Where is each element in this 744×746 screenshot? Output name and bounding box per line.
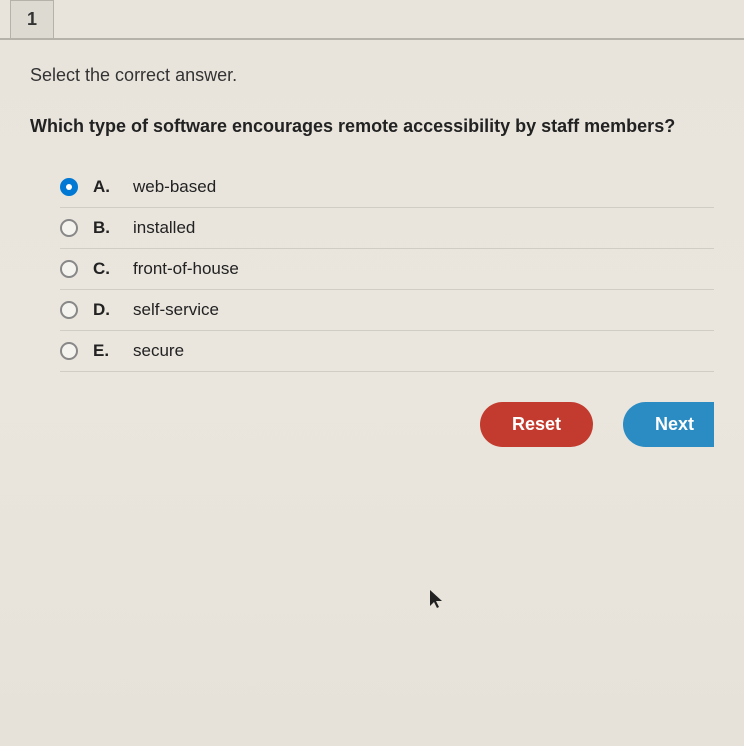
radio-b[interactable] [60, 219, 78, 237]
question-text: Which type of software encourages remote… [30, 116, 714, 137]
option-text: front-of-house [133, 259, 239, 279]
option-letter: A. [93, 177, 123, 197]
option-letter: B. [93, 218, 123, 238]
option-text: web-based [133, 177, 216, 197]
radio-a[interactable] [60, 178, 78, 196]
option-text: installed [133, 218, 195, 238]
reset-button[interactable]: Reset [480, 402, 593, 447]
radio-e[interactable] [60, 342, 78, 360]
options-list: A. web-based B. installed C. front-of-ho… [60, 167, 714, 372]
radio-d[interactable] [60, 301, 78, 319]
option-letter: D. [93, 300, 123, 320]
option-row-d[interactable]: D. self-service [60, 290, 714, 331]
instruction-text: Select the correct answer. [30, 65, 714, 86]
option-letter: C. [93, 259, 123, 279]
cursor-icon [430, 590, 446, 610]
next-button[interactable]: Next [623, 402, 714, 447]
button-bar: Reset Next [30, 372, 714, 447]
question-content: Select the correct answer. Which type of… [0, 40, 744, 472]
option-text: secure [133, 341, 184, 361]
option-text: self-service [133, 300, 219, 320]
option-row-e[interactable]: E. secure [60, 331, 714, 372]
option-row-b[interactable]: B. installed [60, 208, 714, 249]
option-row-a[interactable]: A. web-based [60, 167, 714, 208]
question-number: 1 [27, 9, 37, 29]
option-letter: E. [93, 341, 123, 361]
question-number-tab[interactable]: 1 [10, 0, 54, 39]
option-row-c[interactable]: C. front-of-house [60, 249, 714, 290]
radio-c[interactable] [60, 260, 78, 278]
